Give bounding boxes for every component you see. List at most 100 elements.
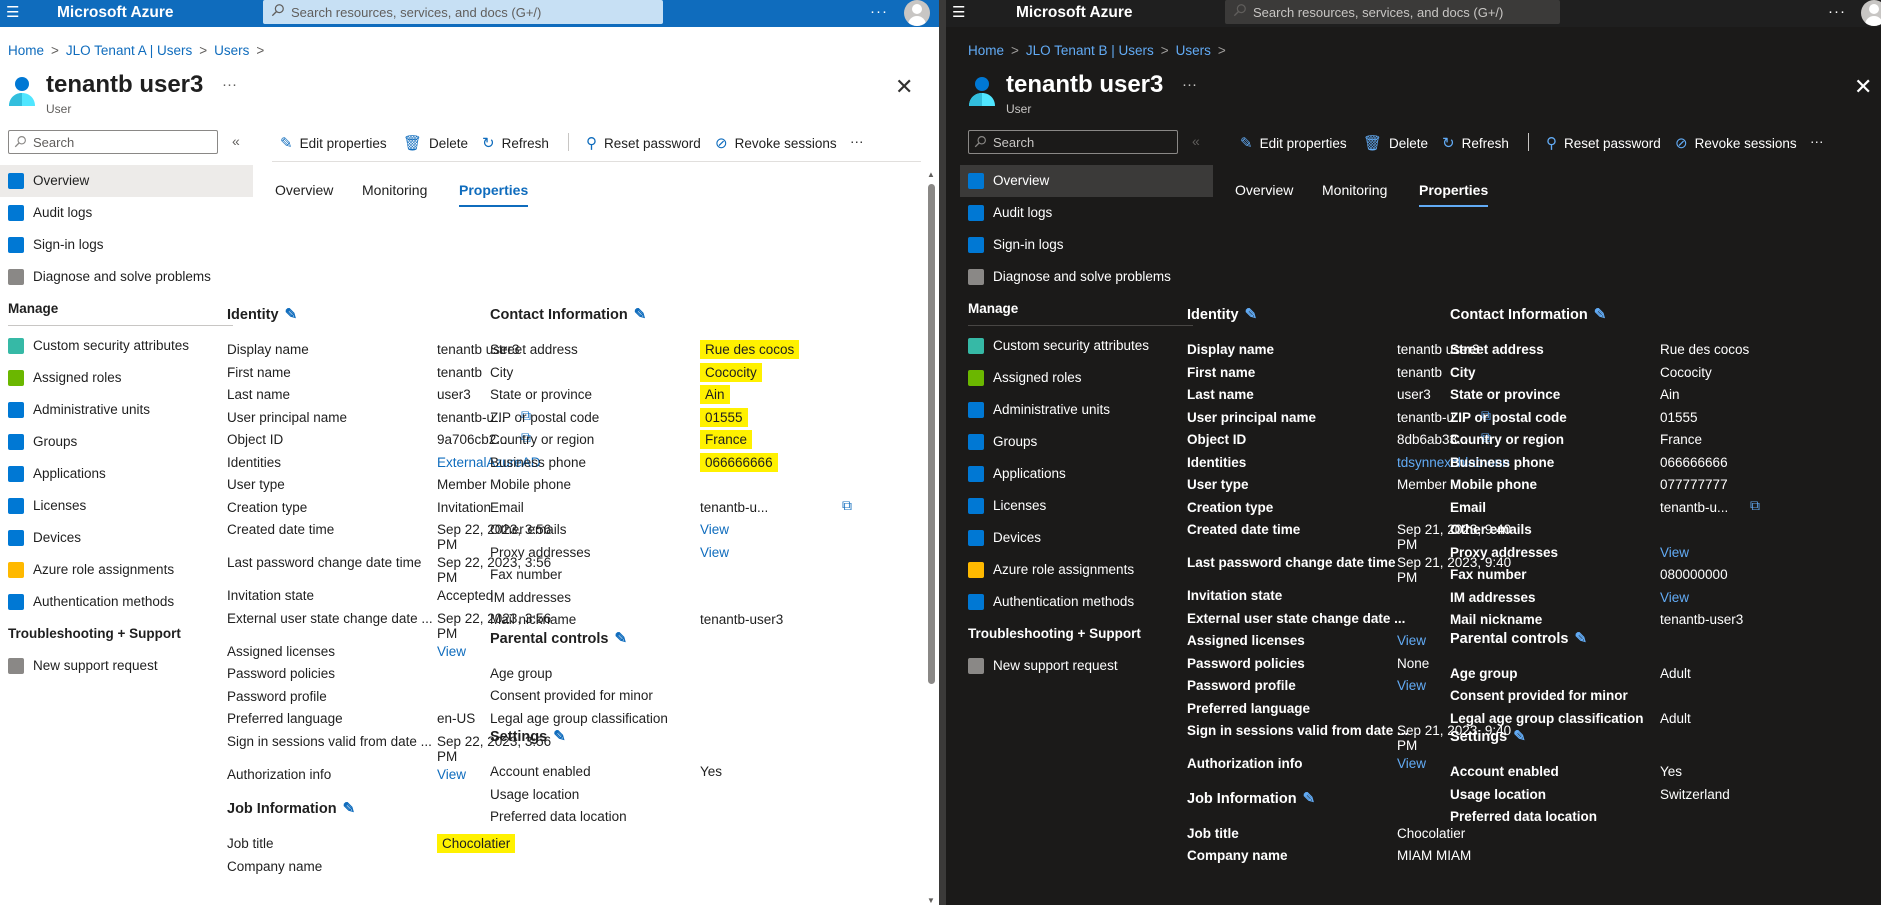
reset-password-button[interactable]: ⚲ Reset password	[1546, 134, 1661, 152]
menu-icon[interactable]: ☰	[6, 5, 19, 21]
edit-pencil-icon[interactable]: ✎	[634, 306, 647, 323]
delete-button[interactable]: 🗑 Delete	[403, 134, 468, 152]
close-icon[interactable]: ✕	[1854, 74, 1872, 100]
sidebar-item-new-support-request[interactable]: New support request	[960, 650, 1213, 682]
property-value[interactable]: View	[700, 522, 729, 537]
tab-monitoring[interactable]: Monitoring	[362, 182, 427, 205]
sidebar-item-sign-in-logs[interactable]: Sign-in logs	[0, 229, 253, 261]
sidebar-item-authentication-methods[interactable]: Authentication methods	[0, 586, 253, 618]
edit-pencil-icon[interactable]: ✎	[343, 800, 356, 817]
sidebar-item-audit-logs[interactable]: Audit logs	[0, 197, 253, 229]
sidebar-item-overview[interactable]: Overview	[960, 165, 1213, 197]
title-more-icon[interactable]: ···	[222, 76, 237, 93]
sidebar-item-authentication-methods[interactable]: Authentication methods	[960, 586, 1213, 618]
sidebar-item-overview[interactable]: Overview	[0, 165, 253, 197]
tab-overview[interactable]: Overview	[275, 182, 333, 205]
groups-icon	[8, 434, 24, 450]
property-value-text: View	[437, 643, 467, 659]
tab-overview[interactable]: Overview	[1235, 182, 1293, 205]
edit-pencil-icon[interactable]: ✎	[1594, 306, 1607, 323]
edit-pencil-icon[interactable]: ✎	[285, 306, 298, 323]
scroll-down-icon[interactable]: ▼	[927, 896, 935, 905]
sidebar-item-groups[interactable]: Groups	[960, 426, 1213, 458]
scrollbar-thumb[interactable]	[928, 184, 935, 684]
toolbar-more-icon[interactable]: ···	[1810, 134, 1824, 149]
sidebar-item-assigned-roles[interactable]: Assigned roles	[960, 362, 1213, 394]
refresh-button[interactable]: ↻ Refresh	[1442, 134, 1509, 152]
sidebar-item-assigned-roles[interactable]: Assigned roles	[0, 362, 253, 394]
property-value[interactable]: View	[437, 644, 466, 659]
avatar[interactable]	[1861, 0, 1881, 26]
sidebar-item-custom-security-attributes[interactable]: Custom security attributes	[0, 330, 253, 362]
breadcrumb-tenant-users[interactable]: JLO Tenant B | Users	[1026, 43, 1154, 58]
global-search-input[interactable]: Search resources, services, and docs (G+…	[1225, 0, 1560, 24]
vertical-scrollbar[interactable]: ▲ ▼	[927, 170, 936, 905]
sidebar-item-sign-in-logs[interactable]: Sign-in logs	[960, 229, 1213, 261]
reset-password-button[interactable]: ⚲ Reset password	[586, 134, 701, 152]
copy-icon[interactable]: ⧉	[1750, 497, 1760, 513]
sidebar-item-audit-logs[interactable]: Audit logs	[960, 197, 1213, 229]
collapse-icon[interactable]: «	[232, 133, 240, 149]
property-value[interactable]: View	[437, 767, 466, 782]
property-value: Ain	[700, 385, 730, 404]
sidebar-item-groups[interactable]: Groups	[0, 426, 253, 458]
avatar[interactable]	[904, 0, 930, 26]
sidebar-item-diagnose-and-solve-problems[interactable]: Diagnose and solve problems	[0, 261, 253, 293]
toolbar-more-icon[interactable]: ···	[850, 134, 864, 149]
property-value[interactable]: View	[1397, 678, 1426, 693]
more-icon[interactable]: ···	[870, 3, 888, 20]
edit-pencil-icon[interactable]: ✎	[1303, 790, 1316, 807]
sidebar-item-devices[interactable]: Devices	[0, 522, 253, 554]
sidebar-item-azure-role-assignments[interactable]: Azure role assignments	[0, 554, 253, 586]
nav-divider	[8, 325, 233, 326]
breadcrumb-home[interactable]: Home	[8, 43, 44, 58]
sidebar-item-diagnose-and-solve-problems[interactable]: Diagnose and solve problems	[960, 261, 1213, 293]
breadcrumb-users[interactable]: Users	[1176, 43, 1211, 58]
menu-icon[interactable]: ☰	[952, 5, 965, 21]
breadcrumb-tenant-users[interactable]: JLO Tenant A | Users	[66, 43, 192, 58]
scroll-up-icon[interactable]: ▲	[927, 170, 935, 179]
refresh-button[interactable]: ↻ Refresh	[482, 134, 549, 152]
sidebar-item-applications[interactable]: Applications	[960, 458, 1213, 490]
brand-title[interactable]: Microsoft Azure	[1016, 4, 1133, 22]
brand-title[interactable]: Microsoft Azure	[57, 4, 174, 22]
property-value[interactable]: View	[1397, 633, 1426, 648]
revoke-sessions-button[interactable]: ⊘ Revoke sessions	[1675, 134, 1797, 152]
sidebar-item-applications[interactable]: Applications	[0, 458, 253, 490]
sidebar-item-licenses[interactable]: Licenses	[960, 490, 1213, 522]
edit-pencil-icon[interactable]: ✎	[553, 728, 566, 745]
property-label: Sign in sessions valid from date ...	[1187, 723, 1409, 738]
revoke-sessions-button[interactable]: ⊘ Revoke sessions	[715, 134, 837, 152]
tab-properties[interactable]: Properties	[459, 182, 529, 207]
edit-pencil-icon[interactable]: ✎	[1245, 306, 1258, 323]
property-value[interactable]: View	[1660, 590, 1689, 605]
title-more-icon[interactable]: ···	[1182, 76, 1197, 93]
close-icon[interactable]: ✕	[895, 74, 913, 100]
copy-icon[interactable]: ⧉	[842, 497, 852, 513]
edit-pencil-icon[interactable]: ✎	[614, 630, 627, 647]
more-icon[interactable]: ···	[1828, 3, 1846, 20]
edit-properties-button[interactable]: ✎ Edit properties	[280, 134, 387, 152]
breadcrumb-home[interactable]: Home	[968, 43, 1004, 58]
property-value[interactable]: View	[1660, 545, 1689, 560]
sidebar-item-administrative-units[interactable]: Administrative units	[960, 394, 1213, 426]
sidebar-item-custom-security-attributes[interactable]: Custom security attributes	[960, 330, 1213, 362]
sidebar-item-licenses[interactable]: Licenses	[0, 490, 253, 522]
sidebar-item-devices[interactable]: Devices	[960, 522, 1213, 554]
collapse-icon[interactable]: «	[1192, 133, 1200, 149]
property-value[interactable]: View	[700, 545, 729, 560]
tab-monitoring[interactable]: Monitoring	[1322, 182, 1387, 205]
sidebar-item-azure-role-assignments[interactable]: Azure role assignments	[960, 554, 1213, 586]
global-search-input[interactable]: Search resources, services, and docs (G+…	[263, 0, 663, 24]
sidebar-item-administrative-units[interactable]: Administrative units	[0, 394, 253, 426]
property-value[interactable]: View	[1397, 756, 1426, 771]
sidebar-item-new-support-request[interactable]: New support request	[0, 650, 253, 682]
edit-pencil-icon[interactable]: ✎	[1574, 630, 1587, 647]
side-search-input[interactable]: Search	[8, 130, 218, 154]
edit-properties-button[interactable]: ✎ Edit properties	[1240, 134, 1347, 152]
side-search-input[interactable]: Search	[968, 130, 1178, 154]
edit-pencil-icon[interactable]: ✎	[1513, 728, 1526, 745]
tab-properties[interactable]: Properties	[1419, 182, 1489, 207]
delete-button[interactable]: 🗑 Delete	[1363, 134, 1428, 152]
breadcrumb-users[interactable]: Users	[214, 43, 249, 58]
